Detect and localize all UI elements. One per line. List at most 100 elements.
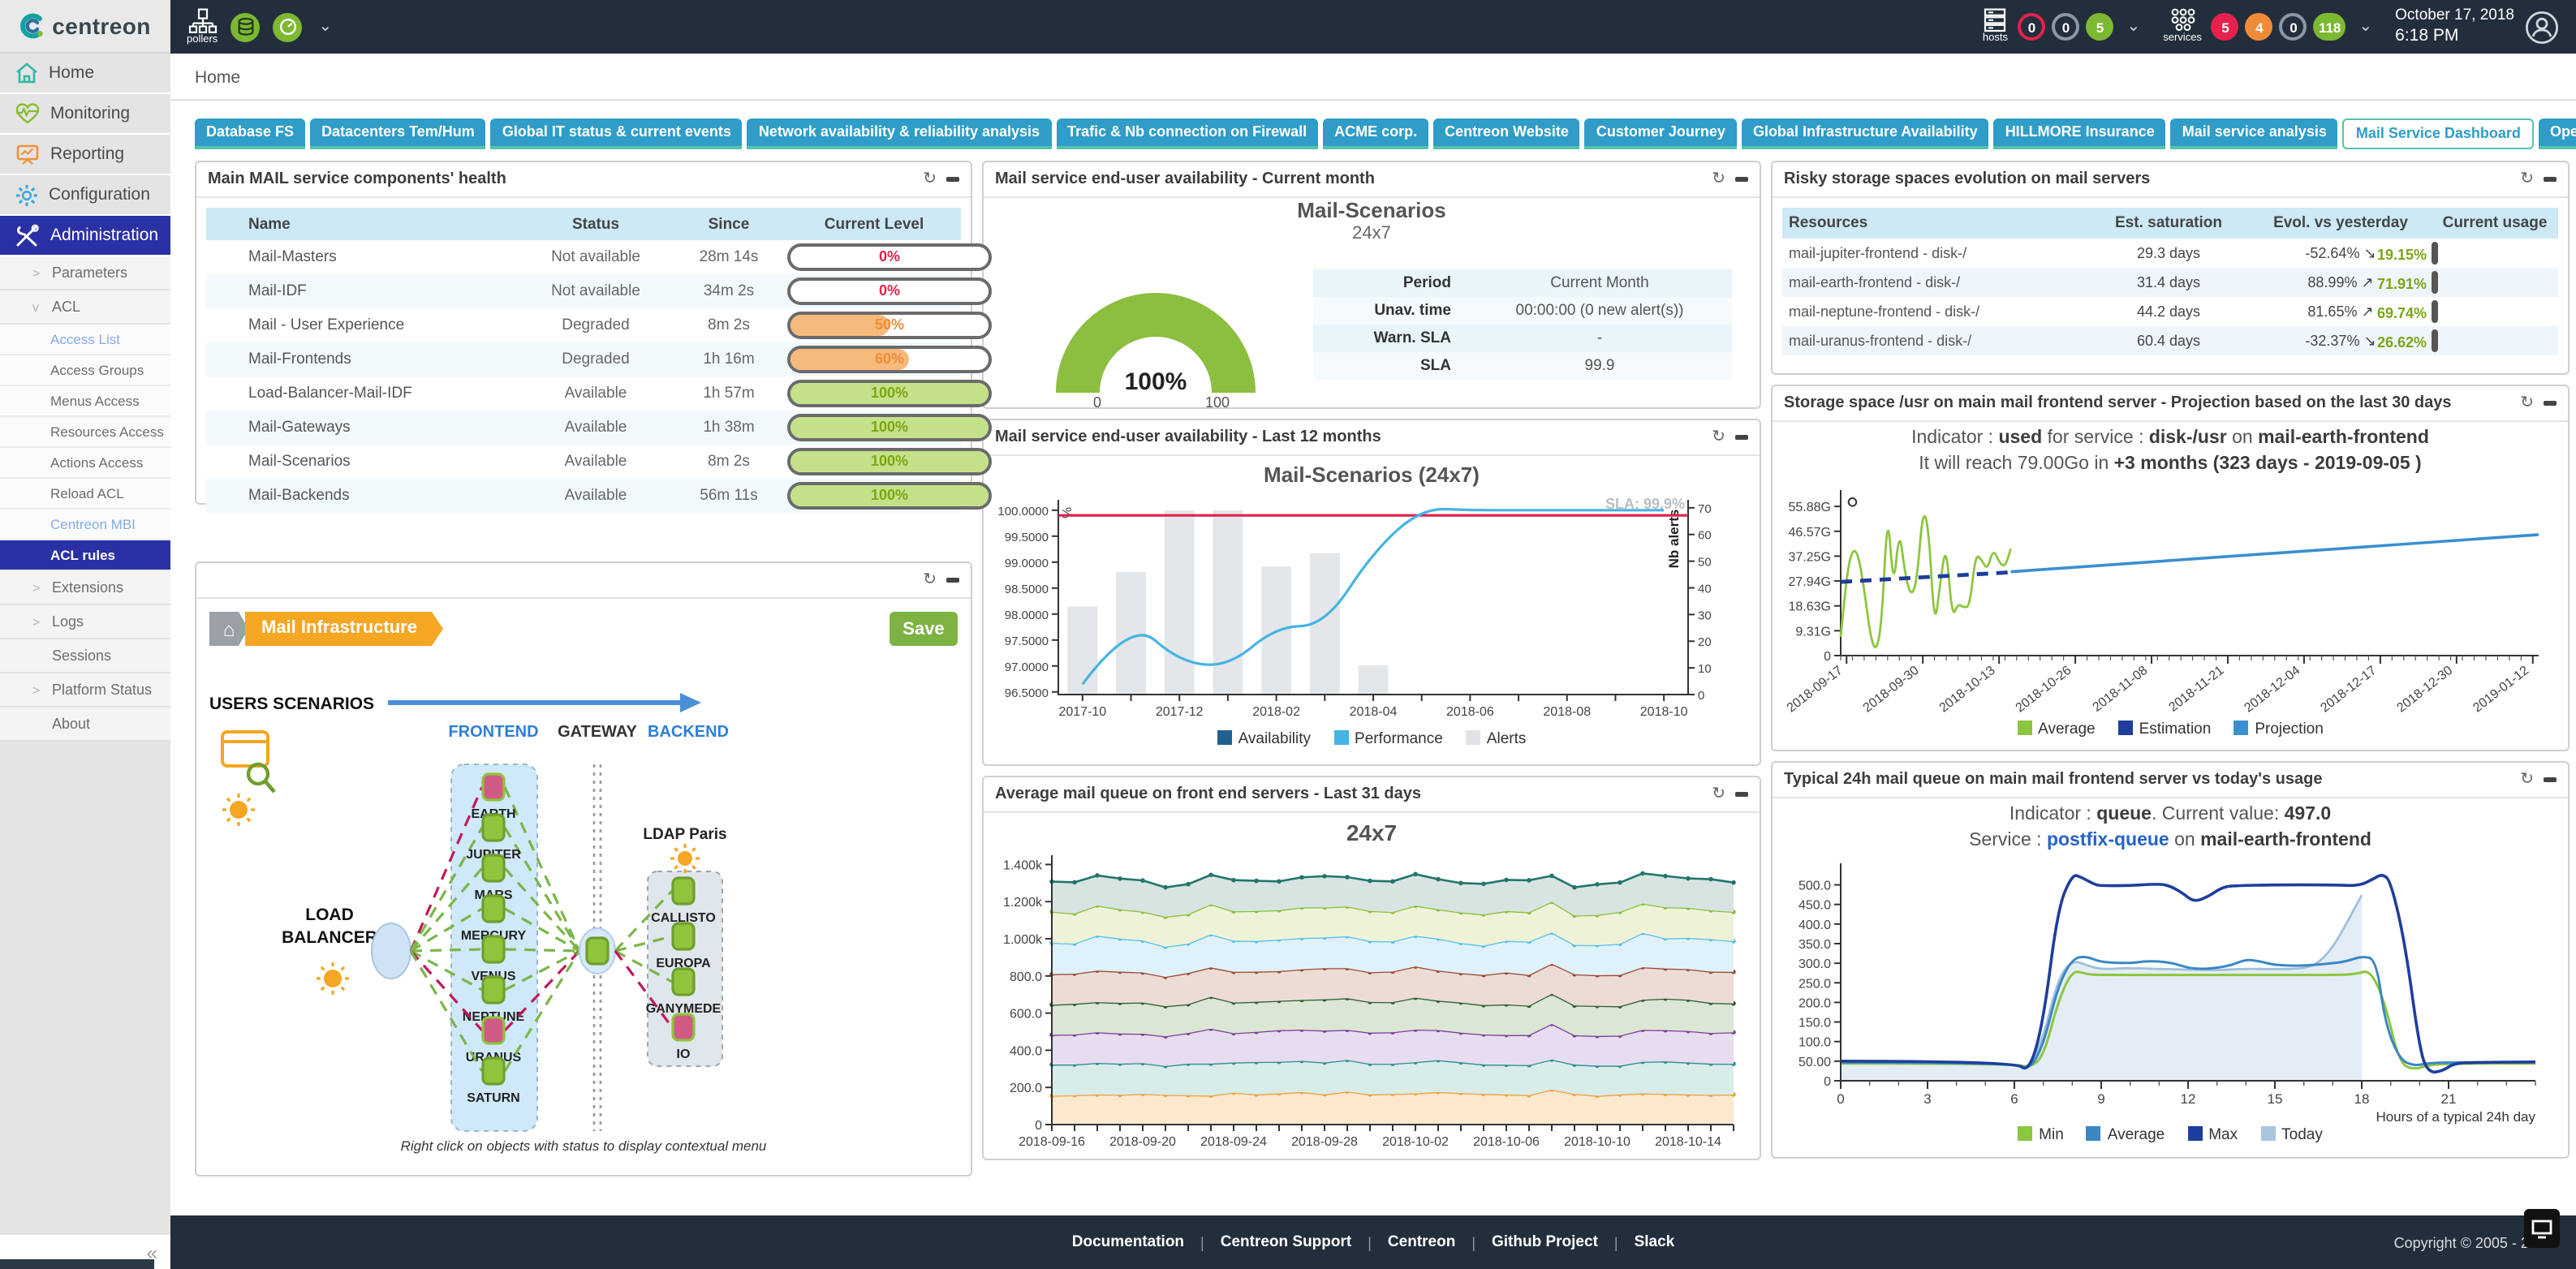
sidebar-item-actions-access[interactable]: Actions Access xyxy=(0,448,170,479)
refresh-icon[interactable]: ↻ xyxy=(923,171,937,187)
infrastructure-diagram[interactable]: USERS SCENARIOSFRONTENDGATEWAYBACKENDLDA… xyxy=(196,647,971,1134)
sidebar-item-centreon-mbi[interactable]: Centreon MBI xyxy=(0,510,170,540)
tab-datacenters-tem-hum[interactable]: Datacenters Tem/Hum xyxy=(310,118,486,149)
table-row[interactable]: Mail - User ExperienceDegraded8m 2s50% xyxy=(206,308,961,342)
sidebar-item-logs[interactable]: >Logs xyxy=(0,605,170,639)
tab-hillmore-insurance[interactable]: HILLMORE Insurance xyxy=(1994,118,2166,149)
map-breadcrumb-chip[interactable]: Mail Infrastructure xyxy=(245,612,443,646)
collapse-panel-icon[interactable] xyxy=(1735,177,1748,182)
breadcrumb[interactable]: Home xyxy=(170,54,268,88)
fullscreen-button[interactable] xyxy=(2524,1209,2560,1248)
collapse-panel-icon[interactable] xyxy=(1735,792,1748,797)
collapse-panel-icon[interactable] xyxy=(2544,177,2557,182)
svg-text:18.63G: 18.63G xyxy=(1789,600,1831,614)
refresh-icon[interactable]: ↻ xyxy=(2520,395,2534,411)
svg-text:99.5000: 99.5000 xyxy=(1005,531,1049,544)
table-row[interactable]: Mail-IDFNot available34m 2s0% xyxy=(206,274,961,308)
table-row[interactable]: Mail-ScenariosAvailable8m 2s100% xyxy=(206,445,961,479)
tab-open-tickets[interactable]: Open Tickets xyxy=(2539,118,2576,149)
services-menu[interactable]: services xyxy=(2163,9,2202,45)
collapse-panel-icon[interactable] xyxy=(2544,777,2557,782)
hosts-chevron-down-icon[interactable]: ⌄ xyxy=(2126,18,2140,36)
table-row[interactable]: mail-earth-frontend - disk-/31.4 days88.… xyxy=(1782,268,2558,297)
services-badge[interactable]: 118 xyxy=(2314,13,2346,41)
hosts-badge[interactable]: 5 xyxy=(2086,13,2113,41)
sidebar-item-access-list[interactable]: Access List xyxy=(0,325,170,355)
sidebar-item-reload-acl[interactable]: Reload ACL xyxy=(0,479,170,510)
sidebar-item-platform-status[interactable]: >Platform Status xyxy=(0,673,170,708)
sidebar-item-menus-access[interactable]: Menus Access xyxy=(0,386,170,417)
tab-centreon-website[interactable]: Centreon Website xyxy=(1433,118,1580,149)
sidebar-item-parameters[interactable]: >Parameters xyxy=(0,256,170,290)
tab-network-availability-reliability-analysis[interactable]: Network availability & reliability analy… xyxy=(747,118,1051,149)
collapse-panel-icon[interactable] xyxy=(946,578,959,583)
footer-link-slack[interactable]: Slack xyxy=(1635,1233,1675,1251)
months-chart[interactable]: 96.500097.000097.500098.000098.500099.00… xyxy=(984,487,1760,730)
sidebar-item-about[interactable]: About xyxy=(0,708,170,742)
tab-mail-service-dashboard[interactable]: Mail Service Dashboard xyxy=(2343,118,2534,149)
projection-chart[interactable]: 09.31G18.63G27.94G37.25G46.57G55.88G2018… xyxy=(1773,477,2568,721)
hosts-badge[interactable]: 0 xyxy=(2052,13,2079,41)
hosts-menu[interactable]: hosts xyxy=(1982,9,2008,45)
user-avatar-icon[interactable] xyxy=(2524,9,2560,45)
centreon-logo[interactable]: centreon xyxy=(0,0,170,54)
sidebar-item-sessions[interactable]: Sessions xyxy=(0,639,170,673)
table-row[interactable]: mail-jupiter-frontend - disk-/29.3 days-… xyxy=(1782,239,2558,268)
map-home-chip[interactable]: ⌂ xyxy=(209,612,248,646)
sidebar-item-reporting[interactable]: Reporting xyxy=(0,135,170,175)
collapse-panel-icon[interactable] xyxy=(2544,401,2557,406)
table-row[interactable]: Mail-FrontendsDegraded1h 16m60% xyxy=(206,342,961,376)
services-chevron-down-icon[interactable]: ⌄ xyxy=(2358,18,2372,36)
sidebar-item-extensions[interactable]: >Extensions xyxy=(0,571,170,605)
refresh-icon[interactable]: ↻ xyxy=(923,572,937,588)
services-badge[interactable]: 0 xyxy=(2280,13,2307,41)
poller-chevron-down-icon[interactable]: ⌄ xyxy=(318,18,332,36)
tab-trafic-nb-connection-on-firewall[interactable]: Trafic & Nb connection on Firewall xyxy=(1056,118,1318,149)
sidebar-item-home[interactable]: Home xyxy=(0,54,170,94)
table-row[interactable]: Mail-GatewaysAvailable1h 38m100% xyxy=(206,411,961,445)
table-row[interactable]: mail-neptune-frontend - disk-/44.2 days8… xyxy=(1782,297,2558,326)
horizontal-scrollbar-thumb[interactable] xyxy=(0,1259,154,1269)
typical-chart[interactable]: 050.00100.0150.0200.0250.0300.0350.0400.… xyxy=(1773,854,2568,1126)
sidebar-item-acl[interactable]: vACL xyxy=(0,290,170,325)
tab-mail-service-analysis[interactable]: Mail service analysis xyxy=(2171,118,2338,149)
database-status-icon[interactable] xyxy=(230,12,260,41)
tab-acme-corp-[interactable]: ACME corp. xyxy=(1323,118,1428,149)
monitoring-engine-icon[interactable] xyxy=(273,12,302,41)
sidebar-item-monitoring[interactable]: Monitoring xyxy=(0,94,170,135)
refresh-icon[interactable]: ↻ xyxy=(1712,429,1725,445)
tab-global-infrastructure-availability[interactable]: Global Infrastructure Availability xyxy=(1742,118,1989,149)
collapse-panel-icon[interactable] xyxy=(946,177,959,182)
table-row[interactable]: Mail-MastersNot available28m 14s0% xyxy=(206,240,961,274)
table-row[interactable]: Load-Balancer-Mail-IDFAvailable1h 57m100… xyxy=(206,376,961,411)
footer-link-centreon[interactable]: Centreon xyxy=(1388,1233,1455,1251)
resource-name: mail-neptune-frontend - disk-/ xyxy=(1782,303,2087,320)
sidebar-item-configuration[interactable]: Configuration xyxy=(0,175,170,216)
sidebar-item-acl-rules[interactable]: ACL rules xyxy=(0,540,170,571)
sidebar-item-administration[interactable]: Administration xyxy=(0,216,170,256)
refresh-icon[interactable]: ↻ xyxy=(1712,171,1725,187)
footer-link-documentation[interactable]: Documentation xyxy=(1072,1233,1184,1251)
tab-global-it-status-current-events[interactable]: Global IT status & current events xyxy=(491,118,743,149)
svg-text:300.0: 300.0 xyxy=(1798,957,1831,971)
services-badge[interactable]: 4 xyxy=(2246,13,2273,41)
postfix-queue-link[interactable]: postfix-queue xyxy=(2047,830,2169,850)
hosts-badge[interactable]: 0 xyxy=(2018,13,2045,41)
save-button[interactable]: Save xyxy=(890,612,958,646)
table-row[interactable]: Mail-BackendsAvailable56m 11s100% xyxy=(206,479,961,513)
refresh-icon[interactable]: ↻ xyxy=(2520,772,2534,788)
sidebar-item-access-groups[interactable]: Access Groups xyxy=(0,355,170,386)
sidebar-item-resources-access[interactable]: Resources Access xyxy=(0,417,170,448)
usage-bar: 26.62% xyxy=(2432,329,2438,352)
refresh-icon[interactable]: ↻ xyxy=(2520,171,2534,187)
queue-chart[interactable]: 0200.0400.0600.0800.01.000k1.200k1.400k2… xyxy=(984,845,1760,1164)
footer-link-centreon-support[interactable]: Centreon Support xyxy=(1221,1233,1352,1251)
collapse-panel-icon[interactable] xyxy=(1735,435,1748,440)
pollers-menu[interactable]: pollers xyxy=(187,8,218,46)
table-row[interactable]: mail-uranus-frontend - disk-/60.4 days-3… xyxy=(1782,326,2558,355)
tab-customer-journey[interactable]: Customer Journey xyxy=(1585,118,1737,149)
refresh-icon[interactable]: ↻ xyxy=(1712,786,1725,802)
tab-database-fs[interactable]: Database FS xyxy=(195,118,305,149)
services-badge[interactable]: 5 xyxy=(2212,13,2239,41)
footer-link-github-project[interactable]: Github Project xyxy=(1492,1233,1598,1251)
